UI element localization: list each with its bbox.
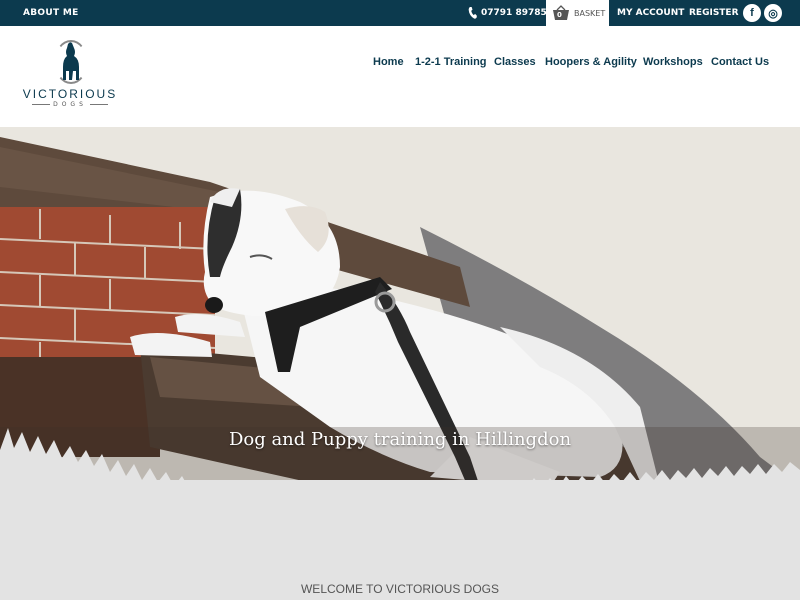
about-me-link[interactable]: ABOUT ME <box>23 0 79 26</box>
logo-sub-text: DOGS <box>20 101 120 108</box>
logo-brand-text: VICTORIOUS <box>22 87 118 101</box>
basket-label: BASKET <box>574 8 606 18</box>
basket-count: 0 <box>557 11 562 19</box>
nav-home[interactable]: Home <box>373 56 404 68</box>
basket-icon: 0 <box>552 5 570 21</box>
basket-button[interactable]: 0 BASKET <box>546 0 609 26</box>
register-link[interactable]: REGISTER <box>689 0 739 26</box>
nav-workshops[interactable]: Workshops <box>643 56 703 68</box>
my-account-link[interactable]: MY ACCOUNT <box>617 0 684 26</box>
nav-contact-us[interactable]: Contact Us <box>711 56 769 68</box>
phone-icon <box>468 7 477 19</box>
nav-classes[interactable]: Classes <box>494 56 536 68</box>
facebook-icon[interactable]: f <box>743 4 761 22</box>
nav-hoopers-agility[interactable]: Hoopers & Agility <box>545 56 637 68</box>
nav-1-2-1-training[interactable]: 1-2-1 Training <box>415 56 487 68</box>
phone-number: 07791 897856 <box>481 8 554 18</box>
site-header: VICTORIOUS DOGS Home 1-2-1 Training Clas… <box>0 26 800 127</box>
site-logo[interactable]: VICTORIOUS DOGS <box>20 36 120 116</box>
phone-link[interactable]: 07791 897856 <box>468 0 553 26</box>
top-bar: ABOUT ME 07791 897856 0 BASKET MY ACCOUN… <box>0 0 800 26</box>
welcome-heading: WELCOME TO VICTORIOUS DOGS <box>300 582 500 596</box>
instagram-icon[interactable]: ◎ <box>764 4 782 22</box>
dog-logo-icon <box>63 42 79 80</box>
